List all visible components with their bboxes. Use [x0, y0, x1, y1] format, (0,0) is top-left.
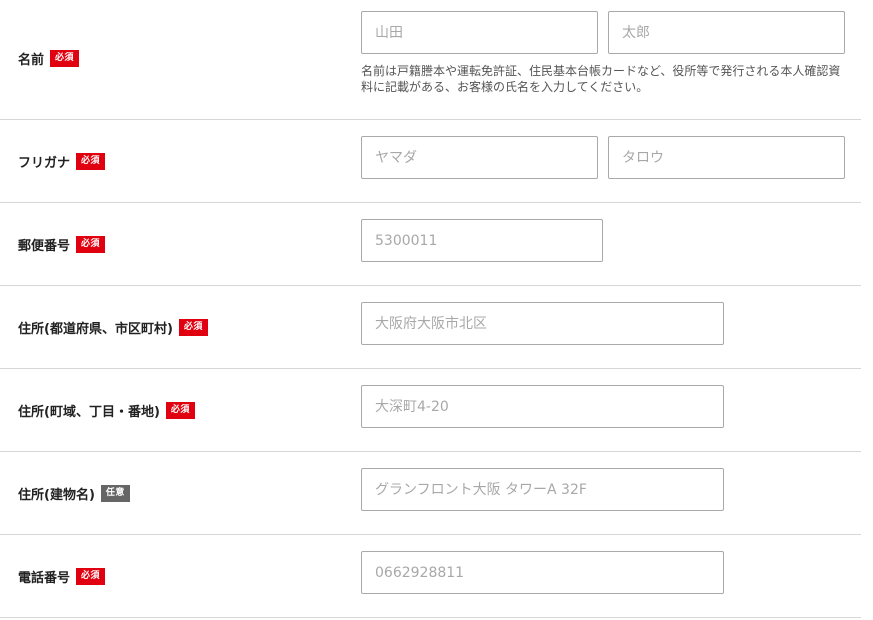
- address-building-label: 住所(建物名) 任意: [18, 484, 130, 503]
- last-name-kana-input[interactable]: [361, 136, 598, 179]
- address-town-row: 住所(町域、丁目・番地) 必須: [0, 369, 861, 452]
- postal-row: 郵便番号 必須: [0, 203, 861, 286]
- phone-label: 電話番号 必須: [18, 567, 106, 586]
- postal-code-input[interactable]: [361, 219, 603, 262]
- postal-label-text: 郵便番号: [18, 239, 71, 254]
- address-town-label: 住所(町域、丁目・番地) 必須: [18, 401, 195, 420]
- furigana-label: フリガナ 必須: [18, 152, 106, 171]
- name-row: 名前 必須 名前は戸籍謄本や運転免許証、住民基本台帳カードなど、役所等で発行され…: [0, 0, 861, 120]
- address-pref-city-label: 住所(都道府県、市区町村) 必須: [18, 318, 208, 337]
- optional-badge: 任意: [100, 485, 130, 502]
- name-note: 名前は戸籍謄本や運転免許証、住民基本台帳カードなど、役所等で発行される本人確認資…: [361, 64, 841, 94]
- address-pref-city-row: 住所(都道府県、市区町村) 必須: [0, 286, 861, 369]
- address-building-label-text: 住所(建物名): [18, 488, 95, 503]
- address-town-input[interactable]: [361, 385, 724, 428]
- address-building-row: 住所(建物名) 任意: [0, 452, 861, 535]
- required-badge: 必須: [165, 402, 195, 419]
- address-pref-city-input[interactable]: [361, 302, 724, 345]
- required-badge: 必須: [76, 568, 106, 585]
- required-badge: 必須: [50, 50, 80, 67]
- name-label: 名前 必須: [18, 49, 80, 68]
- furigana-row: フリガナ 必須: [0, 120, 861, 203]
- first-name-kana-input[interactable]: [608, 136, 845, 179]
- phone-row: 電話番号 必須: [0, 535, 861, 618]
- address-building-input[interactable]: [361, 468, 724, 511]
- last-name-input[interactable]: [361, 11, 598, 54]
- registration-form: 名前 必須 名前は戸籍謄本や運転免許証、住民基本台帳カードなど、役所等で発行され…: [0, 0, 861, 618]
- required-badge: 必須: [76, 153, 106, 170]
- first-name-input[interactable]: [608, 11, 845, 54]
- name-label-text: 名前: [18, 53, 45, 68]
- address-pref-city-label-text: 住所(都道府県、市区町村): [18, 322, 173, 337]
- address-town-label-text: 住所(町域、丁目・番地): [18, 405, 160, 420]
- postal-label: 郵便番号 必須: [18, 235, 106, 254]
- required-badge: 必須: [178, 319, 208, 336]
- required-badge: 必須: [76, 236, 106, 253]
- furigana-label-text: フリガナ: [18, 156, 71, 171]
- phone-input[interactable]: [361, 551, 724, 594]
- phone-label-text: 電話番号: [18, 571, 71, 586]
